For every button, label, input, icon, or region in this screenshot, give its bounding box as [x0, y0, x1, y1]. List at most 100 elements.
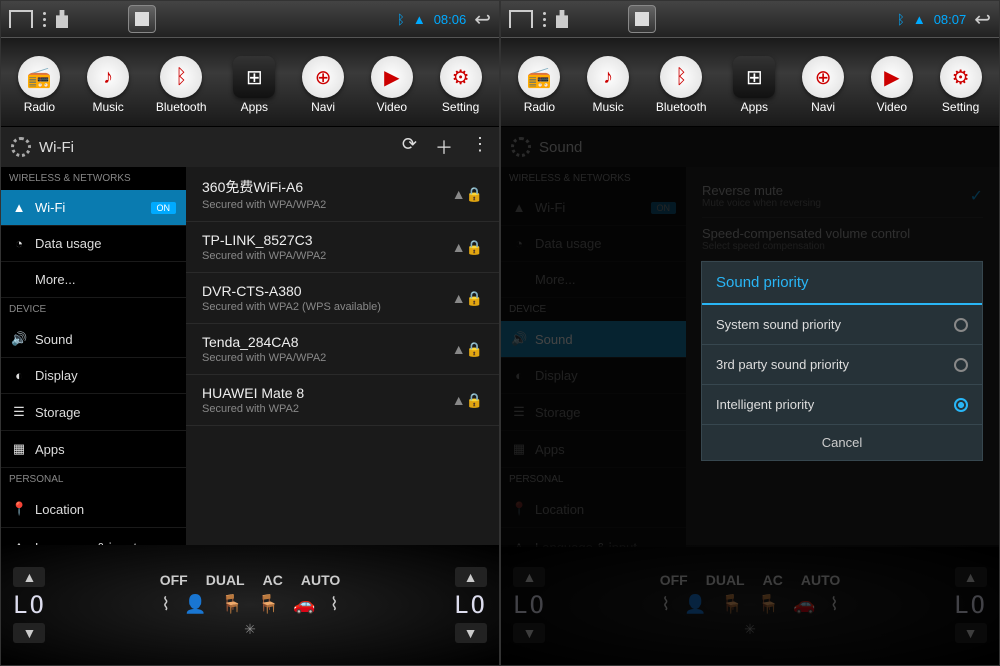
climate-dual[interactable]: DUAL: [206, 572, 245, 588]
app-dock: 📻Radio ♪Music ᛒBluetooth ⊞Apps ⊕Navi ▶Vi…: [501, 37, 999, 127]
location-icon: 📍: [11, 501, 27, 517]
dock-music[interactable]: ♪Music: [587, 56, 629, 114]
apps-icon: ▦: [11, 441, 27, 457]
dock-apps[interactable]: ⊞Apps: [733, 56, 775, 114]
defrost-rear-icon[interactable]: ⌇: [330, 594, 339, 615]
dialog-option-intelligent[interactable]: Intelligent priority: [702, 385, 982, 425]
back-button[interactable]: ↩: [474, 7, 491, 32]
dialog-title: Sound priority: [702, 262, 982, 305]
temp-up-button[interactable]: ▲: [455, 567, 487, 587]
title-bar: Wi-Fi ⟳ ＋ ⋮: [1, 127, 499, 167]
usb-icon: [556, 10, 568, 28]
page-title: Wi-Fi: [39, 139, 74, 156]
menu-dots-icon[interactable]: [43, 12, 46, 27]
sound-icon: 🔊: [11, 331, 27, 347]
dock-setting[interactable]: ⚙Setting: [940, 56, 982, 114]
wifi-icon: ▲: [913, 12, 926, 27]
airflow-feet-icon[interactable]: 👤: [184, 594, 206, 615]
climate-auto[interactable]: AUTO: [301, 572, 340, 588]
display-icon: ◐: [11, 368, 27, 383]
sidebar-item-apps[interactable]: ▦Apps: [1, 431, 186, 468]
dialog-option-3rdparty[interactable]: 3rd party sound priority: [702, 345, 982, 385]
dock-video[interactable]: ▶Video: [371, 56, 413, 114]
dock-music[interactable]: ♪Music: [87, 56, 129, 114]
dock-navi[interactable]: ⊕Navi: [302, 56, 344, 114]
app-dock: 📻Radio ♪Music ᛒBluetooth ⊞Apps ⊕Navi ▶Vi…: [1, 37, 499, 127]
radio-icon: [954, 358, 968, 372]
menu-dots-icon[interactable]: [543, 12, 546, 27]
settings-sidebar: WIRELESS & NETWORKS ▲Wi-FiON ◔Data usage…: [1, 167, 186, 547]
wifi-icon: ▲: [11, 200, 27, 215]
climate-panel: ▲ LO ▼ OFF DUAL AC AUTO ⌇ 👤 🪑 🪑 🚗 ⌇ ✳ ▲: [1, 545, 499, 665]
temp-down-button[interactable]: ▼: [13, 623, 45, 643]
clock: 08:06: [434, 12, 467, 27]
wifi-lock-icon: ▲🔒: [452, 186, 483, 203]
sidebar-item-storage[interactable]: ☰Storage: [1, 394, 186, 431]
sidebar-item-sound[interactable]: 🔊Sound: [1, 321, 186, 358]
home-icon[interactable]: [509, 10, 533, 28]
dialog-option-system[interactable]: System sound priority: [702, 305, 982, 345]
home-icon[interactable]: [9, 10, 33, 28]
temp-right-value: LO: [454, 591, 487, 619]
back-button[interactable]: ↩: [974, 7, 991, 32]
wifi-network[interactable]: 360免费WiFi-A6Secured with WPA/WPA2▲🔒: [186, 167, 499, 222]
sidebar-item-wifi[interactable]: ▲Wi-FiON: [1, 190, 186, 226]
temp-left: ▲ LO ▼: [13, 567, 46, 643]
wifi-lock-icon: ▲🔒: [452, 239, 483, 256]
temp-down-button[interactable]: ▼: [455, 623, 487, 643]
dialog-cancel-button[interactable]: Cancel: [702, 425, 982, 460]
dock-bluetooth[interactable]: ᛒBluetooth: [656, 56, 707, 114]
dock-radio[interactable]: 📻Radio: [18, 56, 60, 114]
screen-wifi: ᛒ ▲ 08:06 ↩ 📻Radio ♪Music ᛒBluetooth ⊞Ap…: [0, 0, 500, 666]
content-area: WIRELESS & NETWORKS ▲Wi-FiON ◔Data usage…: [1, 167, 499, 547]
bluetooth-icon: ᛒ: [897, 12, 905, 27]
recents-button[interactable]: [628, 5, 656, 33]
seat-heat-right-icon[interactable]: 🪑: [257, 594, 279, 615]
wifi-lock-icon: ▲🔒: [452, 290, 483, 307]
sidebar-item-data[interactable]: ◔Data usage: [1, 226, 186, 262]
sound-priority-dialog: Sound priority System sound priority 3rd…: [701, 261, 983, 461]
storage-icon: ☰: [11, 404, 27, 420]
status-bar: ᛒ ▲ 08:06 ↩: [1, 1, 499, 37]
refresh-button[interactable]: ⟳: [402, 134, 417, 160]
dock-navi[interactable]: ⊕Navi: [802, 56, 844, 114]
dock-apps[interactable]: ⊞Apps: [233, 56, 275, 114]
status-bar: ᛒ ▲ 08:07 ↩: [501, 1, 999, 37]
sidebar-item-more[interactable]: More...: [1, 262, 186, 298]
recirculate-icon[interactable]: 🚗: [293, 594, 315, 615]
dock-video[interactable]: ▶Video: [871, 56, 913, 114]
overflow-button[interactable]: ⋮: [471, 134, 489, 160]
sidebar-item-location[interactable]: 📍Location: [1, 491, 186, 528]
fan-icon[interactable]: ✳: [244, 621, 256, 638]
wifi-network[interactable]: DVR-CTS-A380Secured with WPA2 (WPS avail…: [186, 273, 499, 324]
dock-radio[interactable]: 📻Radio: [518, 56, 560, 114]
wifi-network-list: 360免费WiFi-A6Secured with WPA/WPA2▲🔒 TP-L…: [186, 167, 499, 547]
usb-icon: [56, 10, 68, 28]
climate-ac[interactable]: AC: [263, 572, 283, 588]
wifi-lock-icon: ▲🔒: [452, 392, 483, 409]
climate-off[interactable]: OFF: [160, 572, 188, 588]
screen-sound: ᛒ ▲ 08:07 ↩ 📻Radio ♪Music ᛒBluetooth ⊞Ap…: [500, 0, 1000, 666]
wifi-lock-icon: ▲🔒: [452, 341, 483, 358]
dock-setting[interactable]: ⚙Setting: [440, 56, 482, 114]
add-button[interactable]: ＋: [435, 134, 453, 160]
recents-button[interactable]: [128, 5, 156, 33]
radio-selected-icon: [954, 398, 968, 412]
radio-icon: [954, 318, 968, 332]
temp-right: ▲ LO ▼: [454, 567, 487, 643]
sidebar-item-display[interactable]: ◐Display: [1, 358, 186, 394]
clock: 08:07: [934, 12, 967, 27]
wifi-network[interactable]: Tenda_284CA8Secured with WPA/WPA2▲🔒: [186, 324, 499, 375]
wifi-toggle[interactable]: ON: [151, 202, 177, 214]
data-icon: ◔: [11, 236, 27, 251]
seat-heat-left-icon[interactable]: 🪑: [221, 594, 243, 615]
settings-icon: [11, 137, 31, 157]
wifi-network[interactable]: TP-LINK_8527C3Secured with WPA/WPA2▲🔒: [186, 222, 499, 273]
dock-bluetooth[interactable]: ᛒBluetooth: [156, 56, 207, 114]
defrost-front-icon[interactable]: ⌇: [161, 594, 170, 615]
wifi-icon: ▲: [413, 12, 426, 27]
wifi-network[interactable]: HUAWEI Mate 8Secured with WPA2▲🔒: [186, 375, 499, 426]
temp-left-value: LO: [13, 591, 46, 619]
bluetooth-icon: ᛒ: [397, 12, 405, 27]
temp-up-button[interactable]: ▲: [13, 567, 45, 587]
